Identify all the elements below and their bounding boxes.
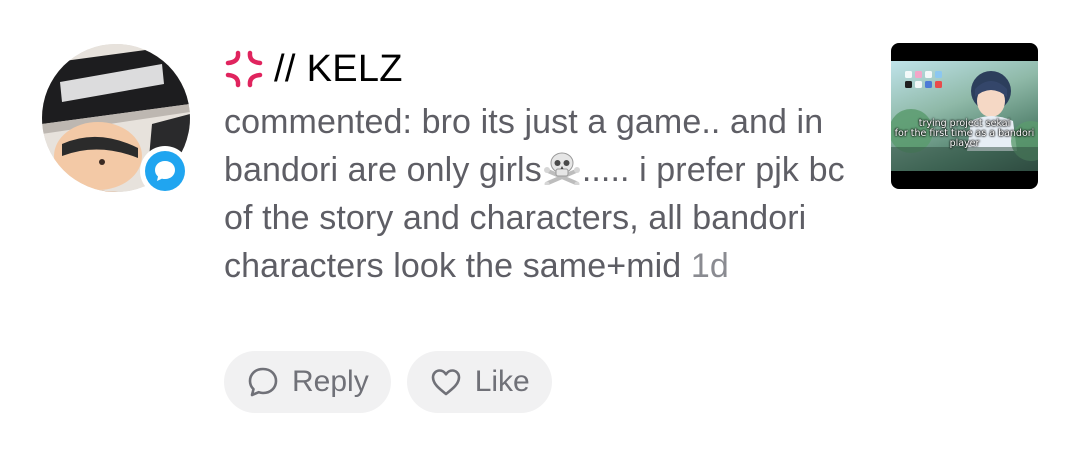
timestamp: 1d <box>690 247 729 285</box>
comment-body[interactable]: // KELZ commented: bro its just a game..… <box>224 44 864 290</box>
reply-label: Reply <box>292 365 369 398</box>
username-row[interactable]: // KELZ <box>224 44 864 94</box>
reply-button[interactable]: Reply <box>224 351 391 413</box>
anger-symbol-icon <box>225 50 263 88</box>
commenter-avatar-container[interactable] <box>42 44 190 196</box>
username[interactable]: // KELZ <box>274 48 403 91</box>
chat-bubble-icon <box>155 161 175 181</box>
like-label: Like <box>474 365 530 398</box>
like-button[interactable]: Like <box>406 351 552 413</box>
comment-badge <box>140 146 190 196</box>
thumbnail-image <box>891 71 1038 171</box>
comment-actions: Reply Like <box>224 351 552 413</box>
thumbnail-caption: trying project sekai for the first time … <box>891 119 1038 149</box>
reply-bubble-icon <box>248 367 278 397</box>
thumbnail-caption-line3: player <box>949 138 980 149</box>
video-thumbnail[interactable]: trying project sekai for the first time … <box>891 43 1038 189</box>
skull-crossbones-icon <box>543 152 580 185</box>
thumbnail-frame <box>891 61 1038 171</box>
heart-icon <box>431 369 461 396</box>
comment-text: commented: bro its just a game.. and in … <box>224 98 864 290</box>
